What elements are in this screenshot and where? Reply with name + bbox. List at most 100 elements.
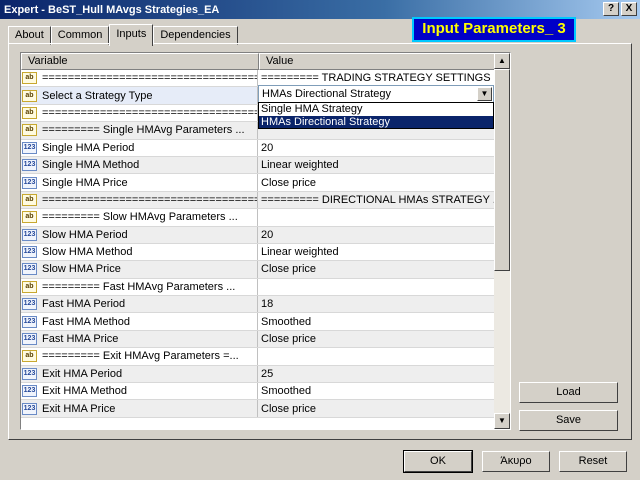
variable-name: ========= Fast HMAvg Parameters ... bbox=[42, 280, 236, 293]
value-cell[interactable] bbox=[258, 348, 496, 364]
option-single-hma-strategy[interactable]: Single HMA Strategy bbox=[259, 103, 493, 116]
variable-name: =====================================... bbox=[42, 72, 257, 85]
variable-cell[interactable]: ab =====================================.… bbox=[21, 191, 258, 209]
value-cell[interactable]: ========= TRADING STRATEGY SETTINGS ... bbox=[258, 70, 496, 86]
save-button[interactable]: Save bbox=[519, 410, 618, 431]
variable-name: =====================================... bbox=[42, 106, 257, 119]
table-row[interactable]: 123 Exit HMA Price Close price bbox=[21, 400, 496, 418]
variable-cell[interactable]: ab ========= Exit HMAvg Parameters =... bbox=[21, 348, 258, 365]
string-type-icon: ab bbox=[22, 350, 37, 363]
variable-cell[interactable]: ab =====================================.… bbox=[21, 70, 258, 87]
value-cell[interactable]: Close price bbox=[258, 261, 496, 277]
variable-name: Exit HMA Method bbox=[42, 385, 127, 398]
table-row[interactable]: 123 Exit HMA Period 25 bbox=[21, 365, 496, 384]
variable-value: Linear weighted bbox=[261, 246, 339, 259]
variable-cell[interactable]: ab ========= Fast HMAvg Parameters ... bbox=[21, 278, 258, 296]
value-cell[interactable]: ========= DIRECTIONAL HMAs STRATEGY ... bbox=[258, 192, 496, 208]
vertical-scrollbar[interactable]: ▲ ▼ bbox=[494, 53, 510, 429]
reset-button[interactable]: Reset bbox=[559, 451, 627, 472]
table-row[interactable]: 123 Exit HMA Method Smoothed bbox=[21, 383, 496, 401]
variable-cell[interactable]: 123 Exit HMA Period bbox=[21, 365, 258, 383]
numeric-type-icon: 123 bbox=[22, 315, 37, 328]
variable-cell[interactable]: 123 Single HMA Price bbox=[21, 174, 258, 191]
variable-cell[interactable]: 123 Fast HMA Period bbox=[21, 296, 258, 313]
variable-name: Slow HMA Method bbox=[42, 246, 133, 259]
variable-cell[interactable]: 123 Exit HMA Price bbox=[21, 400, 258, 417]
table-row[interactable]: 123 Single HMA Period 20 bbox=[21, 139, 496, 157]
variable-value: Linear weighted bbox=[261, 159, 339, 172]
table-row[interactable]: 123 Slow HMA Price Close price bbox=[21, 261, 496, 279]
variable-name: Exit HMA Price bbox=[42, 402, 116, 415]
variable-name: Single HMA Period bbox=[42, 141, 135, 154]
load-button[interactable]: Load bbox=[519, 382, 618, 403]
variable-cell[interactable]: 123 Single HMA Period bbox=[21, 139, 258, 156]
numeric-type-icon: 123 bbox=[22, 246, 37, 259]
table-row[interactable]: 123 Slow HMA Period 20 bbox=[21, 226, 496, 244]
scroll-down-icon[interactable]: ▼ bbox=[494, 413, 510, 429]
value-cell[interactable]: Smoothed bbox=[258, 383, 496, 399]
table-row[interactable]: 123 Single HMA Method Linear weighted bbox=[21, 156, 496, 175]
close-button[interactable]: X bbox=[621, 2, 637, 16]
table-row[interactable]: 123 Single HMA Price Close price bbox=[21, 174, 496, 192]
table-row[interactable]: ab ========= Fast HMAvg Parameters ... bbox=[21, 278, 496, 297]
numeric-type-icon: 123 bbox=[22, 176, 37, 189]
variable-cell[interactable]: 123 Fast HMA Method bbox=[21, 313, 258, 330]
value-cell[interactable]: 25 bbox=[258, 366, 496, 382]
variable-value: Smoothed bbox=[261, 385, 312, 398]
variable-cell[interactable]: ab ========= Slow HMAvg Parameters ... bbox=[21, 209, 258, 226]
variable-value: Close price bbox=[261, 402, 317, 415]
table-row[interactable]: ab ========= Exit HMAvg Parameters =... bbox=[21, 348, 496, 366]
variable-cell[interactable]: 123 Exit HMA Method bbox=[21, 383, 258, 400]
variable-cell[interactable]: 123 Single HMA Method bbox=[21, 156, 258, 174]
scroll-thumb[interactable] bbox=[494, 69, 510, 271]
value-cell[interactable]: Linear weighted bbox=[258, 244, 496, 260]
string-type-icon: ab bbox=[22, 280, 37, 293]
value-cell[interactable]: Linear weighted bbox=[258, 157, 496, 173]
variable-value: 25 bbox=[261, 367, 274, 380]
option-hmas-directional-strategy[interactable]: HMAs Directional Strategy bbox=[259, 115, 493, 128]
variable-value: Close price bbox=[261, 333, 317, 346]
column-header-variable[interactable]: Variable bbox=[21, 53, 259, 70]
help-button[interactable]: ? bbox=[603, 2, 619, 16]
column-header-value[interactable]: Value bbox=[259, 53, 496, 70]
string-type-icon: ab bbox=[22, 124, 37, 137]
variable-name: Fast HMA Method bbox=[42, 315, 131, 328]
variable-cell[interactable]: 123 Slow HMA Method bbox=[21, 243, 258, 261]
variable-cell[interactable]: ab =====================================.… bbox=[21, 104, 258, 122]
strategy-type-dropdown: Single HMA Strategy HMAs Directional Str… bbox=[258, 102, 494, 129]
variable-name: Single HMA Method bbox=[42, 159, 140, 172]
table-row[interactable]: 123 Fast HMA Method Smoothed bbox=[21, 313, 496, 331]
variable-cell[interactable]: ab ========= Single HMAvg Parameters ... bbox=[21, 122, 258, 139]
variable-name: Single HMA Price bbox=[42, 176, 128, 189]
input-parameters-badge: Input Parameters_ 3 bbox=[412, 17, 576, 42]
numeric-type-icon: 123 bbox=[22, 228, 37, 241]
variable-cell[interactable]: 123 Slow HMA Period bbox=[21, 226, 258, 243]
variable-cell[interactable]: ab Select a Strategy Type bbox=[21, 87, 258, 104]
value-cell[interactable]: Close price bbox=[258, 174, 496, 190]
value-cell[interactable]: 20 bbox=[258, 227, 496, 243]
value-cell[interactable] bbox=[258, 279, 496, 295]
table-row[interactable]: 123 Fast HMA Period 18 bbox=[21, 296, 496, 314]
string-type-icon: ab bbox=[22, 106, 37, 119]
numeric-type-icon: 123 bbox=[22, 402, 37, 415]
table-row[interactable]: ab =====================================.… bbox=[21, 191, 496, 210]
value-cell[interactable] bbox=[258, 209, 496, 225]
scroll-up-icon[interactable]: ▲ bbox=[494, 53, 510, 69]
value-cell[interactable]: Smoothed bbox=[258, 313, 496, 329]
numeric-type-icon: 123 bbox=[22, 141, 37, 154]
variable-cell[interactable]: 123 Fast HMA Price bbox=[21, 330, 258, 348]
ok-button[interactable]: OK bbox=[403, 450, 473, 473]
tab-inputs[interactable]: Inputs bbox=[109, 24, 154, 46]
strategy-type-combobox[interactable]: HMAs Directional Strategy ▼ bbox=[258, 85, 494, 103]
cancel-button[interactable]: Άκυρο bbox=[482, 451, 550, 472]
value-cell[interactable]: 20 bbox=[258, 140, 496, 156]
variable-value: Smoothed bbox=[261, 315, 312, 328]
value-cell[interactable]: Close price bbox=[258, 331, 496, 347]
table-row[interactable]: 123 Slow HMA Method Linear weighted bbox=[21, 243, 496, 262]
value-cell[interactable]: 18 bbox=[258, 296, 496, 312]
table-row[interactable]: ab ========= Slow HMAvg Parameters ... bbox=[21, 209, 496, 227]
table-row[interactable]: 123 Fast HMA Price Close price bbox=[21, 330, 496, 349]
value-cell[interactable]: Close price bbox=[258, 400, 496, 416]
dropdown-arrow-icon[interactable]: ▼ bbox=[477, 87, 492, 101]
variable-cell[interactable]: 123 Slow HMA Price bbox=[21, 261, 258, 278]
